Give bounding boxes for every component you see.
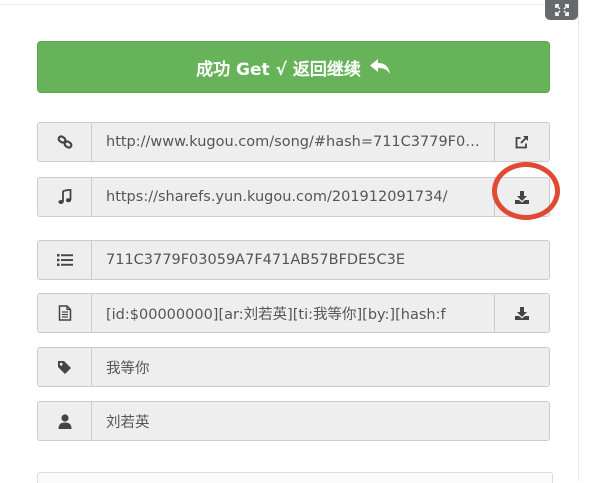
tag-icon [58,360,71,374]
audio-url-row: https://sharefs.yun.kugou.com/2019120917… [37,177,550,217]
song-url-row: http://www.kugou.com/song/#hash=711C3779… [37,122,550,162]
external-link-icon [515,136,528,149]
list-addon [37,240,92,280]
next-panel-edge [37,472,553,483]
open-link-button[interactable] [495,122,550,162]
hash-field[interactable]: 711C3779F03059A7F471AB57BFDE5C3E [92,240,550,280]
success-button-label: 成功 Get √ 返回继续 [196,59,361,80]
audio-url-field[interactable]: https://sharefs.yun.kugou.com/2019120917… [92,177,495,217]
download-audio-button[interactable] [495,177,550,217]
list-icon [56,254,73,266]
right-divider [578,0,579,481]
expand-icon [554,4,569,16]
music-addon [37,177,92,217]
link-icon [57,135,72,149]
download-icon [515,190,529,204]
song-url-field[interactable]: http://www.kugou.com/song/#hash=711C3779… [92,122,495,162]
download-icon [515,306,529,320]
tag-addon [37,347,92,387]
user-addon [37,401,92,441]
top-divider [0,4,578,5]
link-addon [37,122,92,162]
page: 成功 Get √ 返回继续 http://www.kugou.com/song/… [0,0,600,483]
title-row: 我等你 [37,347,550,387]
artist-row: 刘若英 [37,401,550,441]
user-icon [58,413,71,429]
file-text-icon [58,305,71,321]
file-addon [37,293,92,333]
reply-arrow-icon [369,59,390,74]
song-title-field[interactable]: 我等你 [92,347,550,387]
lyrics-field[interactable]: [id:$00000000][ar:刘若英][ti:我等你][by:][hash… [92,293,495,333]
fullscreen-button[interactable] [545,0,578,20]
music-note-icon [57,189,71,204]
hash-row: 711C3779F03059A7F471AB57BFDE5C3E [37,240,550,280]
lyrics-row: [id:$00000000][ar:刘若英][ti:我等你][by:][hash… [37,293,550,333]
success-return-button[interactable]: 成功 Get √ 返回继续 [37,41,550,93]
artist-field[interactable]: 刘若英 [92,401,550,441]
download-lyrics-button[interactable] [495,293,550,333]
